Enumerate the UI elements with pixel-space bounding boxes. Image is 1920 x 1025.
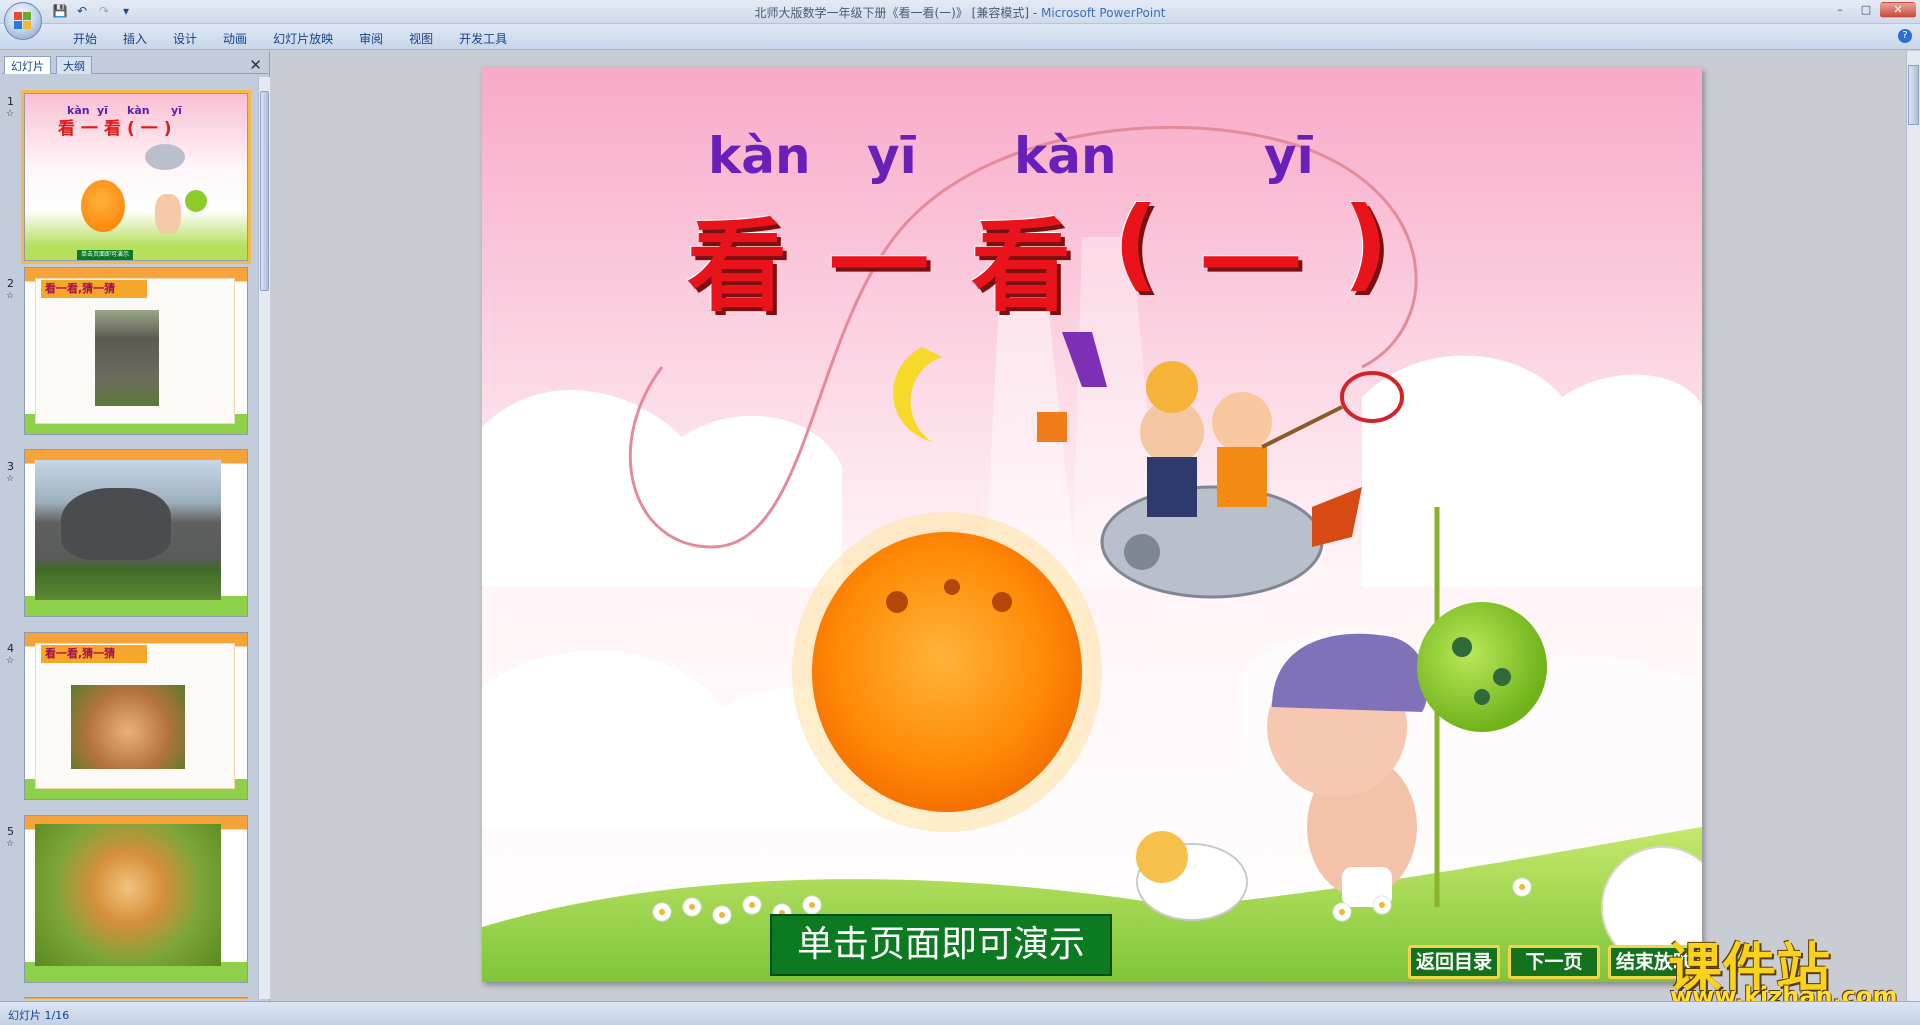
tab-insert[interactable]: 插入 bbox=[110, 28, 160, 49]
slide-1[interactable]: kàn yī kàn yī 看 一 看 ( 一 ) 单击页面即可演示 返回目录 … bbox=[482, 67, 1702, 982]
status-bar: 幻灯片 1/16 bbox=[0, 1001, 1920, 1025]
tab-design[interactable]: 设计 bbox=[160, 28, 210, 49]
back-to-contents-button[interactable]: 返回目录 bbox=[1408, 945, 1500, 979]
panel-close-icon[interactable]: ✕ bbox=[249, 56, 262, 74]
minimize-button[interactable]: – bbox=[1828, 2, 1852, 18]
slide-title: 看 一 看 ( 一 ) bbox=[687, 185, 1430, 330]
slide-thumbnail-3[interactable] bbox=[24, 449, 248, 617]
title-char: 一 bbox=[829, 208, 971, 325]
close-button[interactable]: ✕ bbox=[1880, 2, 1916, 18]
pinyin-yi-2: yī bbox=[1264, 127, 1314, 185]
title-char: 看 bbox=[687, 208, 829, 325]
elephant-shape bbox=[61, 488, 171, 560]
thumbnail-title: 看一看(一) bbox=[58, 119, 178, 139]
thumbnail-number: 2 bbox=[7, 277, 14, 290]
pinyin-yi-1: yī bbox=[867, 127, 917, 185]
panel-tabs: 幻灯片 大纲 ✕ bbox=[2, 54, 268, 74]
thumbnail-number: 1 bbox=[7, 95, 14, 108]
window-title: 北师大版数学一年级下册《看一看(一)》 [兼容模式] - Microsoft P… bbox=[0, 4, 1920, 21]
tab-review[interactable]: 审阅 bbox=[346, 28, 396, 49]
help-icon[interactable]: ? bbox=[1898, 29, 1912, 43]
scrollbar-thumb[interactable] bbox=[260, 91, 269, 291]
thumbnail-label: 看一看,猜一猜 bbox=[41, 645, 147, 663]
thumbnail-label: 看一看,猜一猜 bbox=[41, 280, 147, 298]
slide-thumbnail-6[interactable] bbox=[24, 997, 248, 999]
title-bar: 💾 ↶ ↷ ▾ 北师大版数学一年级下册《看一看(一)》 [兼容模式] - Mic… bbox=[0, 0, 1920, 24]
slides-panel: 幻灯片 大纲 ✕ 1 ☆ kàn yī kàn yī 看一看(一) 单击页面即可… bbox=[0, 51, 270, 1001]
main-scrollbar[interactable] bbox=[1906, 51, 1920, 1001]
airplane-illustration bbox=[145, 144, 185, 170]
office-button[interactable] bbox=[4, 2, 42, 40]
tab-slideshow[interactable]: 幻灯片放映 bbox=[260, 28, 346, 49]
animation-star-icon: ☆ bbox=[6, 291, 15, 301]
slide-counter: 幻灯片 1/16 bbox=[8, 1009, 70, 1022]
tab-slides[interactable]: 幻灯片 bbox=[4, 56, 51, 74]
thumbnail-list: 1 ☆ kàn yī kàn yī 看一看(一) 单击页面即可演示 2 ☆ 看一… bbox=[0, 77, 256, 999]
boy-illustration bbox=[155, 194, 181, 234]
window-controls: – □ ✕ bbox=[1828, 2, 1916, 18]
title-char: ( bbox=[1113, 185, 1201, 302]
elephant-closeup-image bbox=[95, 310, 159, 406]
thumbnail-start-button: 单击页面即可演示 bbox=[77, 250, 133, 260]
app-name: Microsoft PowerPoint bbox=[1041, 6, 1166, 20]
scrollbar-thumb[interactable] bbox=[1908, 65, 1919, 125]
animation-star-icon: ☆ bbox=[6, 109, 15, 119]
title-char: ) bbox=[1342, 185, 1431, 302]
thumbnail-number: 5 bbox=[7, 825, 14, 838]
title-char: 看 bbox=[971, 208, 1113, 325]
title-char: 一 bbox=[1200, 208, 1343, 325]
cat-face-image bbox=[71, 685, 185, 769]
sun-illustration bbox=[81, 180, 125, 232]
thumbnail-number: 3 bbox=[7, 460, 14, 473]
ribbon: 开始 插入 设计 动画 幻灯片放映 审阅 视图 开发工具 ? bbox=[0, 24, 1920, 50]
document-title: 北师大版数学一年级下册《看一看(一)》 [兼容模式] - bbox=[754, 6, 1041, 20]
next-page-button[interactable]: 下一页 bbox=[1508, 945, 1600, 979]
tab-animations[interactable]: 动画 bbox=[210, 28, 260, 49]
slide-thumbnail-5[interactable] bbox=[24, 815, 248, 983]
start-presentation-button[interactable]: 单击页面即可演示 bbox=[770, 914, 1112, 976]
pinyin-kan-2: kàn bbox=[1014, 127, 1117, 185]
tab-home[interactable]: 开始 bbox=[60, 28, 110, 49]
tab-view[interactable]: 视图 bbox=[396, 28, 446, 49]
slide-thumbnail-2[interactable]: 看一看,猜一猜 bbox=[24, 267, 248, 435]
slide-thumbnail-1[interactable]: kàn yī kàn yī 看一看(一) 单击页面即可演示 bbox=[21, 90, 251, 264]
animation-star-icon: ☆ bbox=[6, 839, 15, 849]
panel-scrollbar[interactable] bbox=[258, 77, 270, 999]
slide-thumbnail-4[interactable]: 看一看,猜一猜 bbox=[24, 632, 248, 800]
office-logo-icon bbox=[14, 12, 32, 30]
pinyin-kan-1: kàn bbox=[708, 127, 811, 185]
kitten-full-image bbox=[35, 824, 221, 966]
restore-button[interactable]: □ bbox=[1854, 2, 1878, 18]
animation-star-icon: ☆ bbox=[6, 474, 15, 484]
green-ball-illustration bbox=[185, 190, 207, 212]
animation-star-icon: ☆ bbox=[6, 656, 15, 666]
tab-outline[interactable]: 大纲 bbox=[56, 56, 92, 74]
tab-developer[interactable]: 开发工具 bbox=[446, 28, 520, 49]
ribbon-tabs: 开始 插入 设计 动画 幻灯片放映 审阅 视图 开发工具 bbox=[60, 28, 520, 49]
thumbnail-number: 4 bbox=[7, 642, 14, 655]
